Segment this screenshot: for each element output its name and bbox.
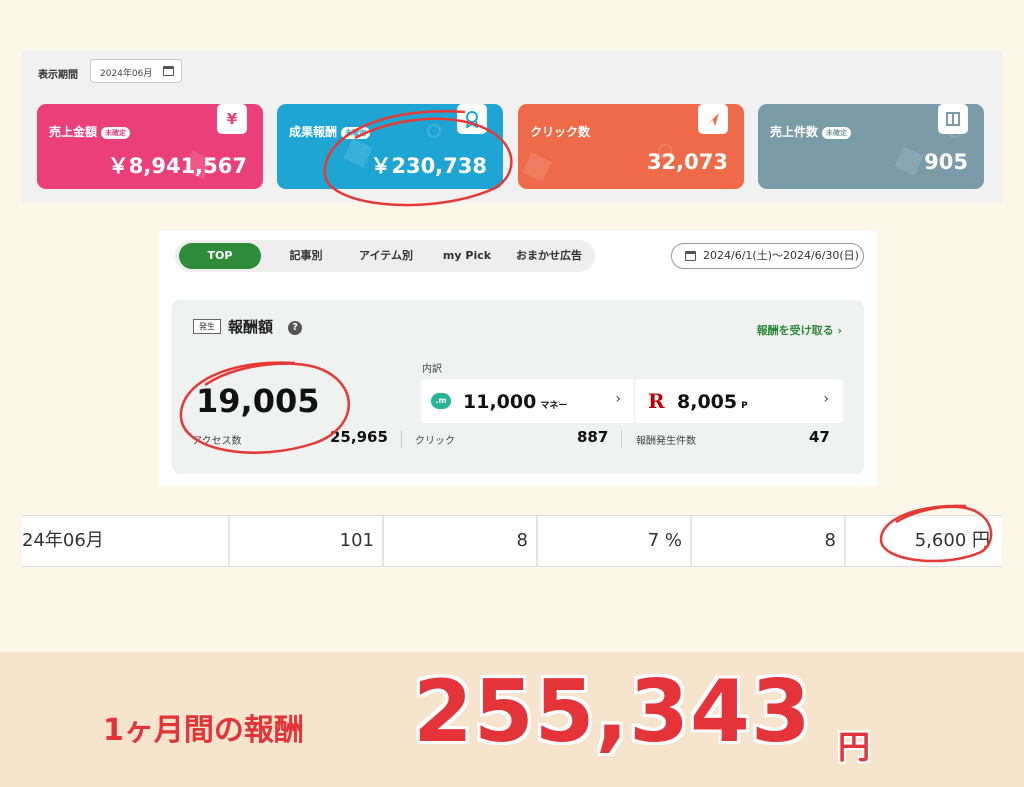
table-cell-month: 24年06月 (22, 530, 104, 551)
tab-auto-ads[interactable]: おまかせ広告 (507, 240, 591, 272)
help-icon[interactable]: ? (288, 321, 302, 335)
summary-label: 1ヶ月間の報酬 (103, 713, 304, 748)
reward-summary: 発生 報酬額 ? 報酬を受け取る › 19,005 内訳 .m 11,000 マネ… (172, 300, 864, 474)
money-breakdown[interactable]: .m 11,000 マネー › (421, 379, 635, 423)
period-value: 2024年06月 (100, 69, 153, 79)
table-cell-reward: 5,600 円 (844, 516, 998, 566)
yen-icon: ¥ (217, 104, 247, 134)
period-select[interactable]: 2024年06月 (90, 59, 182, 83)
table-cell: 101 (228, 516, 382, 566)
decoration (343, 138, 373, 168)
tab-bar: TOP 記事別 アイテム別 my Pick おまかせ広告 (175, 240, 595, 272)
card-value: ￥8,941,567 (107, 154, 247, 178)
reward-amount: 19,005 (196, 382, 320, 420)
money-value: 11,000 マネー (463, 391, 568, 413)
receive-reward-link[interactable]: 報酬を受け取る › (757, 322, 842, 338)
point-breakdown[interactable]: R 8,005 P › (634, 379, 843, 423)
click-value: 887 (577, 428, 609, 446)
cart-icon (938, 104, 968, 134)
rakuten-icon: R (648, 389, 665, 413)
summary-value: 255,343 (413, 662, 812, 762)
calendar-icon (163, 66, 174, 76)
card-value: ￥230,738 (370, 154, 487, 178)
report-panel: TOP 記事別 アイテム別 my Pick おまかせ広告 2024/6/1(土)… (159, 231, 877, 486)
tab-my-pick[interactable]: my Pick (435, 240, 499, 272)
card-title: クリック数 (530, 125, 591, 139)
decoration (427, 124, 441, 138)
reward-card[interactable]: 成果報酬 未確定 ￥230,738 (277, 104, 503, 189)
decoration (894, 146, 924, 176)
date-range-text: 2024/6/1(土)〜2024/6/30(日) (703, 249, 859, 262)
access-value: 25,965 (330, 428, 388, 446)
occur-badge: 発生 (193, 319, 221, 334)
chevron-right-icon: › (837, 324, 842, 337)
table-cell: 8 (690, 516, 844, 566)
summary-unit: 円 (838, 728, 871, 766)
period-label: 表示期間 (38, 70, 78, 81)
breakdown-label: 内訳 (422, 364, 442, 375)
unconfirmed-badge: 未確定 (101, 126, 131, 139)
card-value: 32,073 (646, 150, 728, 174)
reward-title: 報酬額 (228, 318, 274, 336)
date-range-button[interactable]: 2024/6/1(土)〜2024/6/30(日) (671, 243, 864, 269)
click-label: クリック (415, 436, 455, 447)
money-icon: .m (431, 393, 451, 409)
summary-band: 1ヶ月間の報酬 255,343 円 (0, 652, 1024, 787)
decoration (522, 152, 552, 182)
reward-count-label: 報酬発生件数 (636, 436, 696, 447)
card-title: 成果報酬 未確定 (289, 123, 371, 140)
chevron-right-icon: › (615, 391, 621, 407)
card-value: 905 (924, 150, 968, 174)
chevron-right-icon: › (823, 391, 829, 407)
table-row: 24年06月 101 8 7 % 8 5,600 円 (22, 515, 1002, 567)
card-title: 売上金額 未確定 (49, 123, 131, 140)
reward-count-value: 47 (809, 428, 830, 446)
point-value: 8,005 P (677, 391, 748, 413)
ribbon-icon (457, 104, 487, 134)
access-label: アクセス数 (192, 436, 242, 447)
divider (401, 430, 402, 448)
tab-items[interactable]: アイテム別 (345, 240, 427, 272)
click-count-card[interactable]: クリック数 32,073 (518, 104, 744, 189)
table-cell: 8 (382, 516, 536, 566)
sales-amount-card[interactable]: 売上金額 未確定 ￥8,941,567 ¥ (37, 104, 263, 189)
calendar-icon (685, 251, 696, 261)
card-title: 売上件数 未確定 (770, 123, 852, 140)
tab-top[interactable]: TOP (179, 243, 261, 269)
sales-count-card[interactable]: 売上件数 未確定 905 (758, 104, 984, 189)
unconfirmed-badge: 未確定 (341, 126, 371, 139)
table-cell: 7 % (536, 516, 690, 566)
dashboard-panel: 表示期間 2024年06月 売上金額 未確定 ￥8,941,567 ¥ 成果報酬未… (22, 50, 1002, 202)
divider (621, 430, 622, 448)
unconfirmed-badge: 未確定 (822, 126, 852, 139)
cursor-icon (698, 104, 728, 134)
tab-articles[interactable]: 記事別 (271, 240, 341, 272)
